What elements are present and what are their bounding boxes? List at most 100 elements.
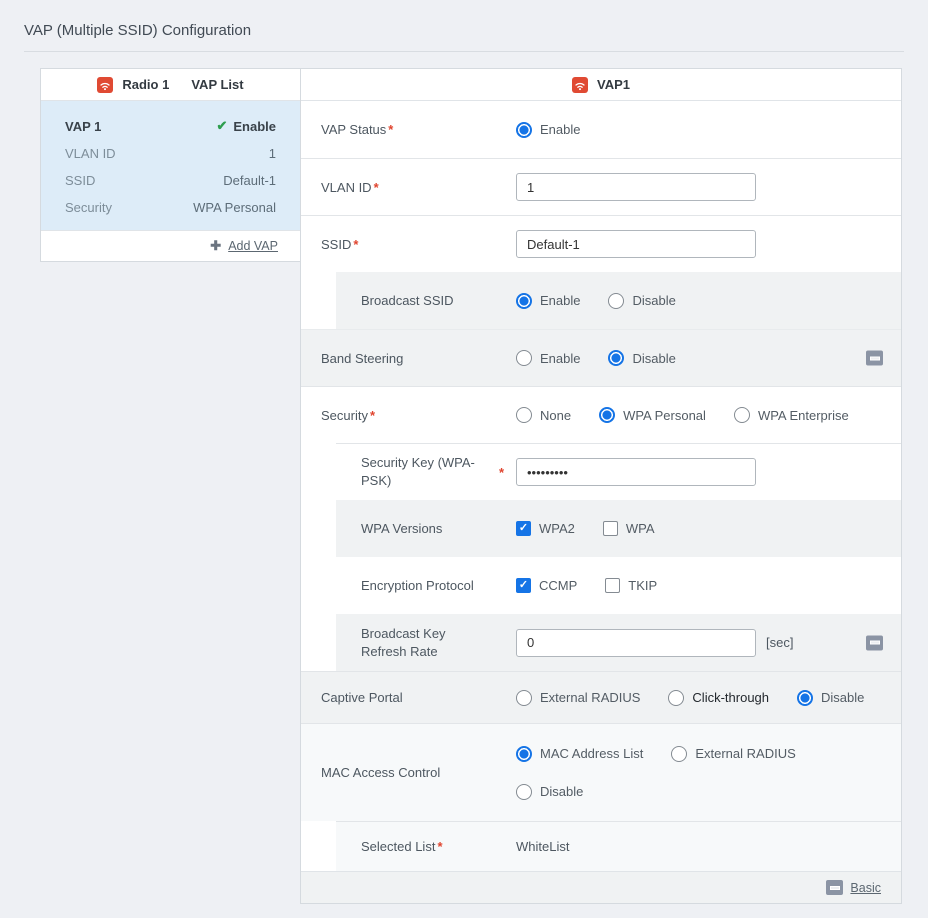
wpa-versions-options: WPA2 WPA: [516, 521, 655, 536]
captive-portal-external-radius-radio[interactable]: External RADIUS: [516, 690, 640, 706]
row-vap-status: VAP Status* Enable: [301, 101, 901, 158]
required-marker: *: [370, 408, 375, 423]
row-broadcast-key-refresh-rate: Broadcast Key Refresh Rate [sec]: [301, 614, 901, 671]
row-ssid: SSID*: [301, 215, 901, 272]
radio-icon[interactable]: [608, 293, 624, 309]
radio-selected-icon[interactable]: [599, 407, 615, 423]
vap-status-options: Enable: [516, 122, 580, 138]
checkbox-icon[interactable]: [603, 521, 618, 536]
radio-selected-icon[interactable]: [516, 122, 532, 138]
security-options: None WPA Personal WPA Enterprise: [516, 407, 849, 423]
card-field-label: VLAN ID: [65, 146, 116, 161]
row-selected-list: Selected List* WhiteList: [301, 821, 901, 871]
basic-link[interactable]: Basic: [850, 881, 881, 895]
vlan-id-input[interactable]: [516, 173, 756, 201]
seconds-unit-label: [sec]: [766, 635, 793, 650]
security-key-label: Security Key (WPA-PSK) *: [336, 454, 516, 489]
security-none-radio[interactable]: None: [516, 407, 571, 423]
vap1-config-panel: VAP1 VAP Status* Enable VLAN ID*: [300, 68, 902, 904]
required-marker: *: [388, 122, 393, 137]
title-divider: [24, 51, 904, 52]
row-security: Security* None WPA Personal WPA Enterpri…: [301, 386, 901, 443]
vap-configuration-content: Radio 1 VAP List VAP 1 ✔ Enable VLAN ID …: [40, 68, 902, 904]
radio-icon[interactable]: [668, 690, 684, 706]
encryption-protocol-options: CCMP TKIP: [516, 578, 657, 593]
card-field-value: WPA Personal: [193, 200, 276, 215]
row-encryption-protocol: Encryption Protocol CCMP TKIP: [301, 557, 901, 614]
basic-collapse-icon[interactable]: [826, 880, 843, 895]
checkbox-icon[interactable]: [605, 578, 620, 593]
vlan-id-label: VLAN ID*: [301, 180, 516, 195]
vap-list-header: Radio 1 VAP List: [41, 69, 300, 101]
radio-label: Radio 1: [122, 77, 169, 92]
radio-icon[interactable]: [734, 407, 750, 423]
radio-selected-icon[interactable]: [797, 690, 813, 706]
vap-name: VAP 1: [65, 119, 101, 134]
vap-list-item-vap1[interactable]: VAP 1 ✔ Enable VLAN ID 1 SSID Default-1 …: [41, 101, 300, 230]
captive-portal-options: External RADIUS Click-through Disable: [516, 690, 864, 706]
ssid-input[interactable]: [516, 230, 756, 258]
row-wpa-versions: WPA Versions WPA2 WPA: [301, 500, 901, 557]
radio-selected-icon[interactable]: [516, 746, 532, 762]
security-wpa-enterprise-radio[interactable]: WPA Enterprise: [734, 407, 849, 423]
broadcast-ssid-options: Enable Disable: [516, 293, 676, 309]
mac-disable-radio[interactable]: Disable: [516, 784, 583, 800]
security-wpa-personal-radio[interactable]: WPA Personal: [599, 407, 706, 423]
ssid-label: SSID*: [301, 237, 516, 252]
required-marker: *: [374, 180, 379, 195]
broadcast-key-collapse-button[interactable]: [866, 635, 883, 650]
required-marker: *: [437, 839, 442, 854]
broadcast-key-refresh-rate-label: Broadcast Key Refresh Rate: [336, 625, 516, 660]
broadcast-ssid-enable-radio[interactable]: Enable: [516, 293, 580, 309]
band-steering-options: Enable Disable: [516, 350, 676, 366]
row-security-key: Security Key (WPA-PSK) *: [301, 443, 901, 500]
radio-icon[interactable]: [516, 350, 532, 366]
mac-external-radius-radio[interactable]: External RADIUS: [671, 746, 795, 762]
wpa2-checkbox[interactable]: WPA2: [516, 521, 575, 536]
card-field-label: SSID: [65, 173, 95, 188]
security-key-input[interactable]: [516, 458, 756, 486]
vap1-wifi-icon: [572, 77, 588, 93]
checkbox-checked-icon[interactable]: [516, 521, 531, 536]
vap-status-label: VAP Status*: [301, 122, 516, 137]
tkip-checkbox[interactable]: TKIP: [605, 578, 657, 593]
radio-selected-icon[interactable]: [516, 293, 532, 309]
panel-footer: Basic: [301, 871, 901, 903]
vap-status-text: Enable: [233, 119, 276, 134]
page-title: VAP (Multiple SSID) Configuration: [0, 0, 928, 39]
selected-list-label: Selected List*: [336, 839, 516, 854]
list-item: Security WPA Personal: [65, 200, 276, 215]
add-vap-row: ✚ Add VAP: [41, 230, 300, 261]
vap-list-title: VAP List: [191, 77, 243, 92]
checkbox-checked-icon[interactable]: [516, 578, 531, 593]
radio-wifi-icon: [97, 77, 113, 93]
radio-icon[interactable]: [516, 784, 532, 800]
broadcast-ssid-disable-radio[interactable]: Disable: [608, 293, 675, 309]
card-field-value: 1: [269, 146, 276, 161]
vap-status-enable-radio[interactable]: Enable: [516, 122, 580, 138]
radio-icon[interactable]: [516, 407, 532, 423]
add-vap-button[interactable]: Add VAP: [228, 239, 278, 253]
row-broadcast-ssid: Broadcast SSID Enable Disable: [301, 272, 901, 329]
captive-portal-click-through-radio[interactable]: Click-through: [668, 690, 769, 706]
vap-status-badge: ✔ Enable: [216, 118, 276, 134]
row-mac-access-control: MAC Access Control MAC Address List Exte…: [301, 723, 901, 821]
broadcast-ssid-label: Broadcast SSID: [336, 293, 516, 308]
radio-selected-icon[interactable]: [608, 350, 624, 366]
vap1-title: VAP1: [597, 77, 630, 92]
ccmp-checkbox[interactable]: CCMP: [516, 578, 577, 593]
band-steering-disable-radio[interactable]: Disable: [608, 350, 675, 366]
mac-address-list-radio[interactable]: MAC Address List: [516, 746, 643, 762]
radio-icon[interactable]: [671, 746, 687, 762]
captive-portal-disable-radio[interactable]: Disable: [797, 690, 864, 706]
band-steering-enable-radio[interactable]: Enable: [516, 350, 580, 366]
wpa-checkbox[interactable]: WPA: [603, 521, 655, 536]
broadcast-key-refresh-rate-input[interactable]: [516, 629, 756, 657]
band-steering-collapse-button[interactable]: [866, 351, 883, 366]
vap1-header: VAP1: [301, 69, 901, 101]
vap-card-top: VAP 1 ✔ Enable: [65, 118, 276, 134]
plus-icon: ✚: [210, 238, 221, 254]
row-band-steering: Band Steering Enable Disable: [301, 329, 901, 386]
radio-icon[interactable]: [516, 690, 532, 706]
mac-access-control-label: MAC Access Control: [301, 765, 516, 780]
